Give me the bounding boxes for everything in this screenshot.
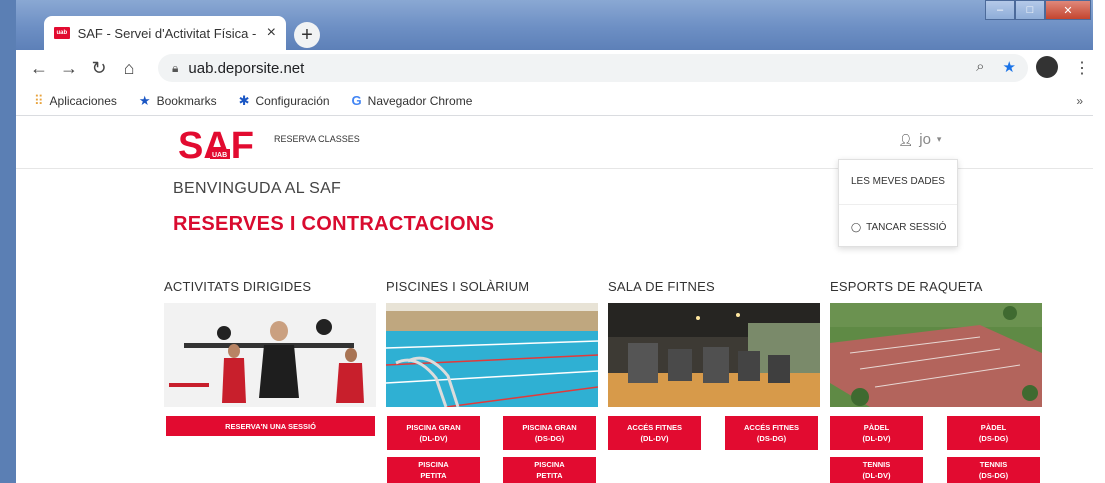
bookmark-star-icon[interactable]: ★: [1003, 58, 1016, 76]
button-label: ACCÉS FITNES (DS-DG): [743, 423, 799, 443]
button-label: PISCINA PETITA: [534, 460, 565, 480]
browser-menu-icon[interactable]: ⋮: [1074, 58, 1090, 78]
reload-icon[interactable]: ↻: [84, 58, 114, 79]
bookmark-configuracion[interactable]: ✱ Configuración: [239, 93, 330, 109]
piscina-gran-dl-dv-button[interactable]: PISCINA GRAN (DL-DV): [387, 416, 480, 450]
section-activitats-dirigides: ACTIVITATS DIRIGIDES: [164, 279, 376, 412]
padel-dl-dv-button[interactable]: PÀDEL (DL-DV): [830, 416, 923, 450]
home-icon[interactable]: ⌂: [114, 58, 144, 79]
menu-item-les-meves-dades[interactable]: LES MEVES DADES: [851, 176, 945, 187]
button-label: PISCINA PETITA: [418, 460, 449, 480]
bookmark-chrome[interactable]: G Navegador Chrome: [352, 93, 473, 108]
address-bar[interactable]: 🔒︎ uab.deporsite.net ⌕ ★: [158, 54, 1028, 82]
bookmarks-bar: ⠿ Aplicaciones ★ Bookmarks ✱ Configuraci…: [16, 86, 1095, 116]
button-label: PISCINA GRAN (DS-DG): [522, 423, 577, 443]
user-icon: 👤︎: [898, 132, 914, 147]
back-icon[interactable]: ←: [24, 58, 54, 79]
browser-window: uab SAF - Servei d'Activitat Física - Ur…: [0, 0, 1105, 483]
button-label: ACCÉS FITNES (DL-DV): [626, 423, 682, 443]
bookmark-label: Bookmarks: [156, 93, 217, 108]
esports-raqueta-image[interactable]: [830, 303, 1042, 407]
section-title: SALA DE FITNES: [608, 279, 715, 294]
section-sala-fitnes: SALA DE FITNES: [608, 279, 820, 412]
page-title: RESERVES I CONTRACTACIONS: [173, 213, 495, 235]
menu-item-tancar-sessio[interactable]: ◯ TANCAR SESSIÓ: [851, 222, 946, 233]
zoom-icon[interactable]: ⌕: [976, 58, 984, 76]
piscina-petita-button[interactable]: PISCINA PETITA: [503, 457, 596, 483]
user-name: jo: [919, 131, 931, 148]
piscines-image[interactable]: [385, 303, 599, 408]
divider: [839, 204, 957, 205]
tab-favicon-icon: uab: [54, 27, 70, 39]
button-label: TENNIS (DL-DV): [862, 460, 891, 480]
acces-fitnes-ds-dg-button[interactable]: ACCÉS FITNES (DS-DG): [725, 416, 818, 450]
google-icon: G: [351, 93, 362, 108]
padel-ds-dg-button[interactable]: PÀDEL (DS-DG): [947, 416, 1040, 450]
saf-logo[interactable]: SAF UAB: [176, 123, 266, 163]
close-window-button[interactable]: ✕: [1045, 0, 1091, 20]
bookmark-label: Navegador Chrome: [367, 93, 473, 108]
reserva-classes-link[interactable]: RESERVA CLASSES: [274, 134, 360, 144]
lock-icon: 🔒︎: [172, 60, 179, 75]
power-icon: ◯: [851, 222, 862, 232]
window-edge: [1093, 0, 1105, 483]
user-dropdown: LES MEVES DADES ◯ TANCAR SESSIÓ: [838, 159, 958, 247]
section-esports-raqueta: ESPORTS DE RAQUETA: [830, 279, 1042, 412]
reserva-sessio-button[interactable]: RESERVA'N UNA SESSIÓ: [166, 416, 375, 436]
browser-tab[interactable]: uab SAF - Servei d'Activitat Física - Ur…: [44, 16, 286, 50]
tennis-ds-dg-button[interactable]: TENNIS (DS-DG): [947, 457, 1040, 483]
star-icon: ★: [138, 92, 151, 108]
sala-fitnes-image[interactable]: [608, 303, 820, 407]
bookmarks-overflow-icon[interactable]: »: [1076, 94, 1083, 108]
button-label: TENNIS (DS-DG): [978, 460, 1009, 480]
title-bar: uab SAF - Servei d'Activitat Física - Ur…: [16, 0, 1095, 50]
section-title: ESPORTS DE RAQUETA: [830, 279, 983, 294]
tab-close-icon[interactable]: ×: [267, 24, 276, 42]
url-text: uab.deporsite.net: [188, 59, 305, 77]
section-piscines: PISCINES I SOLÀRIUM: [385, 279, 599, 412]
new-tab-button[interactable]: +: [294, 22, 320, 48]
button-label: RESERVA'N UNA SESSIÓ: [225, 421, 316, 431]
minimize-button[interactable]: –: [985, 0, 1015, 20]
activitats-dirigides-image[interactable]: [164, 303, 376, 407]
user-menu-toggle[interactable]: 👤︎ jo ▾: [898, 131, 941, 148]
forward-icon[interactable]: →: [54, 58, 84, 79]
section-title: PISCINES I SOLÀRIUM: [386, 279, 530, 294]
web-page: SAF UAB RESERVA CLASSES 👤︎ jo ▾ LES MEVE…: [16, 117, 1093, 483]
tab-title: SAF - Servei d'Activitat Física - Ur: [77, 25, 259, 41]
acces-fitnes-dl-dv-button[interactable]: ACCÉS FITNES (DL-DV): [608, 416, 701, 450]
piscina-petita-button[interactable]: PISCINA PETITA: [387, 457, 480, 483]
bookmark-label: Aplicaciones: [49, 93, 117, 108]
menu-item-label: TANCAR SESSIÓ: [866, 222, 947, 233]
profile-icon[interactable]: [1036, 56, 1058, 78]
welcome-text: BENVINGUDA AL SAF: [173, 180, 342, 197]
tennis-dl-dv-button[interactable]: TENNIS (DL-DV): [830, 457, 923, 483]
gear-icon: ✱: [238, 92, 250, 108]
browser-toolbar: ← → ↻ ⌂ 🔒︎ uab.deporsite.net ⌕ ★ ⋮: [16, 50, 1095, 86]
button-label: PÀDEL (DL-DV): [862, 423, 891, 443]
maximize-button[interactable]: □: [1015, 0, 1045, 20]
button-label: PÀDEL (DS-DG): [978, 423, 1009, 443]
bookmark-label: Configuración: [255, 93, 330, 108]
piscina-gran-ds-dg-button[interactable]: PISCINA GRAN (DS-DG): [503, 416, 596, 450]
bookmark-apps[interactable]: ⠿ Aplicaciones: [34, 93, 117, 109]
apps-grid-icon: ⠿: [34, 92, 44, 108]
window-controls: – □ ✕: [985, 0, 1091, 20]
logo-sub-text: UAB: [212, 152, 227, 159]
section-title: ACTIVITATS DIRIGIDES: [164, 279, 312, 294]
button-label: PISCINA GRAN (DL-DV): [406, 423, 461, 443]
caret-down-icon: ▾: [936, 134, 942, 144]
desktop-edge: [0, 0, 16, 483]
bookmark-bookmarks[interactable]: ★ Bookmarks: [139, 93, 217, 109]
